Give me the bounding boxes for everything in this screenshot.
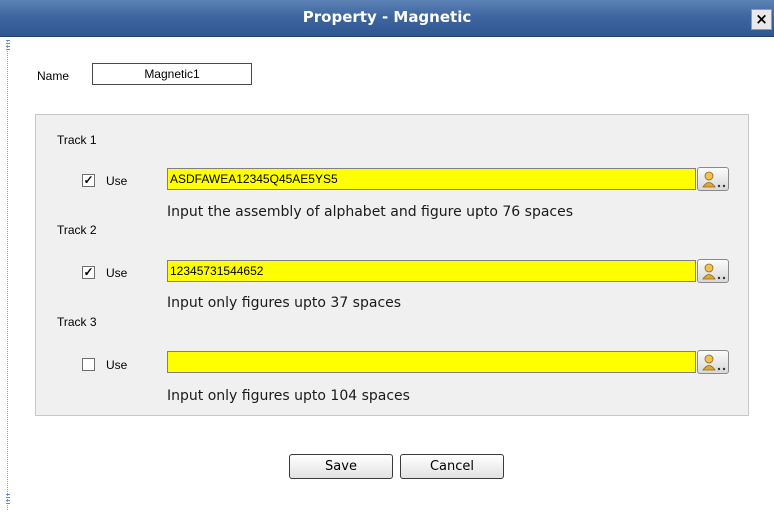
person-browse-icon [702,263,726,280]
dialog-title: Property - Magnetic [302,8,472,26]
track-2-use-label[interactable]: Use [106,266,127,280]
track-2-label: Track 2 [57,223,97,237]
track-1-use-label[interactable]: Use [106,174,127,188]
save-button[interactable]: Save [289,454,393,479]
resize-grip-top-icon[interactable] [6,40,10,50]
track-3-label: Track 3 [57,315,97,329]
title-bar[interactable]: Property - Magnetic × [0,0,774,37]
track-2-input[interactable]: 12345731544652 [167,260,696,282]
resize-edge[interactable] [7,40,10,510]
track-3-browse-button[interactable] [697,350,729,374]
track-1-label: Track 1 [57,133,97,147]
track-2-use-checkbox[interactable]: ✓ [82,266,95,279]
name-label: Name [37,69,70,83]
name-field[interactable]: Magnetic1 [92,63,252,85]
track-1-browse-button[interactable] [697,167,729,191]
track-3-use-checkbox[interactable] [82,358,95,371]
track-3-input[interactable] [167,351,696,373]
track-3-hint: Input only figures upto 104 spaces [167,388,410,404]
cancel-button[interactable]: Cancel [400,454,504,479]
person-browse-icon [702,354,726,371]
resize-grip-bottom-icon[interactable] [6,494,10,504]
track-2-browse-button[interactable] [697,259,729,283]
track-1-input[interactable]: ASDFAWEA12345Q45AE5YS5 [167,168,696,190]
property-dialog: Property - Magnetic × Name Magnetic1 Tra… [0,0,774,513]
person-browse-icon [702,171,726,188]
track-3-use-label[interactable]: Use [106,358,127,372]
close-button[interactable]: × [751,9,772,30]
track-2-hint: Input only figures upto 37 spaces [167,295,402,311]
track-1-hint: Input the assembly of alphabet and figur… [167,204,574,220]
track-1-use-checkbox[interactable]: ✓ [82,174,95,187]
